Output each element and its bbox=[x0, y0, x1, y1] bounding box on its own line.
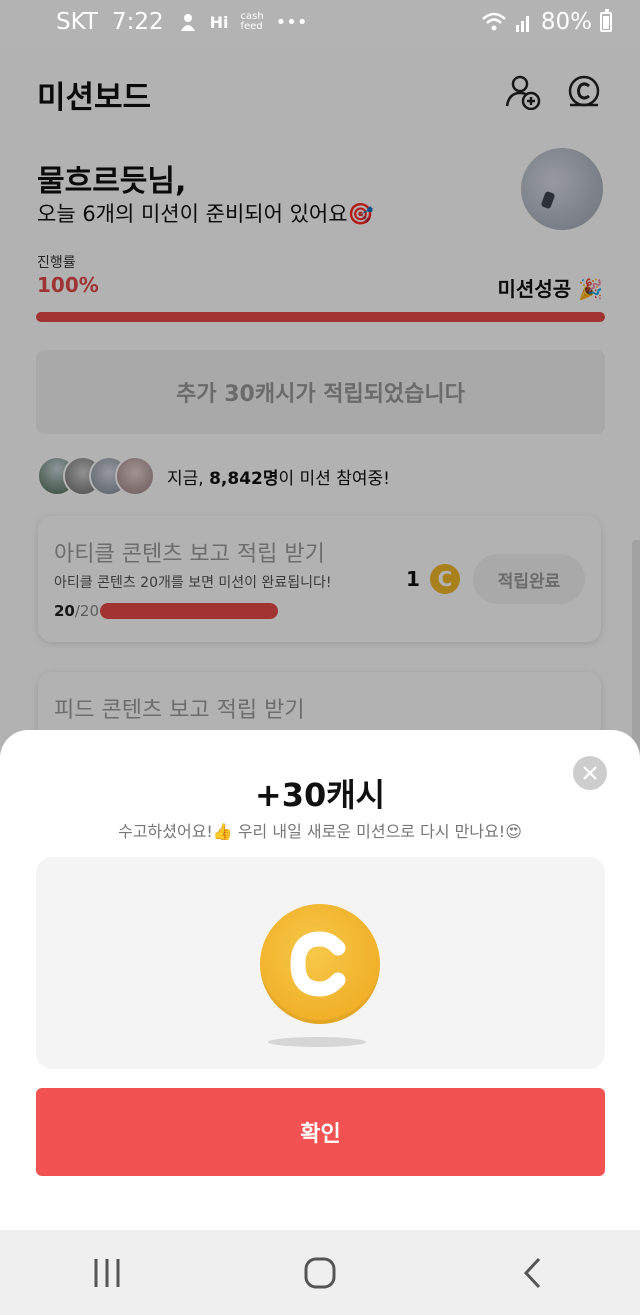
status-right: 80% bbox=[481, 9, 612, 35]
more-notifications-icon: ••• bbox=[275, 11, 308, 33]
confirm-button[interactable]: 확인 bbox=[36, 1088, 605, 1176]
clock-label: 7:22 bbox=[111, 9, 164, 35]
reward-title: +30캐시 bbox=[254, 776, 386, 814]
coin-letter-icon bbox=[290, 931, 346, 997]
reward-coin-card bbox=[36, 857, 605, 1069]
carrier-label: SKT bbox=[56, 9, 98, 35]
recent-apps-button[interactable] bbox=[77, 1248, 137, 1298]
notification-app-icon bbox=[180, 14, 195, 31]
reward-subtitle: 수고하셨어요!👍 우리 내일 새로운 미션으로 다시 만나요!😍 bbox=[118, 822, 522, 841]
back-button[interactable] bbox=[503, 1248, 563, 1298]
home-button[interactable] bbox=[290, 1248, 350, 1298]
home-icon bbox=[304, 1257, 336, 1288]
battery-percent: 80% bbox=[540, 9, 592, 35]
recent-apps-icon bbox=[94, 1258, 120, 1287]
cashfeed-app-icon: cash feed bbox=[240, 11, 264, 32]
reward-bottom-sheet: +30캐시 수고하셨어요!👍 우리 내일 새로운 미션으로 다시 만나요!😍 확… bbox=[0, 730, 640, 1230]
hi-app-icon: Hi bbox=[209, 12, 229, 32]
wifi-icon bbox=[482, 12, 506, 31]
status-bar: SKT 7:22 Hi cash feed ••• 80% bbox=[0, 0, 640, 44]
system-nav-bar bbox=[0, 1230, 640, 1315]
big-coin-icon bbox=[260, 904, 380, 1024]
back-icon bbox=[524, 1257, 541, 1288]
coin-shadow bbox=[268, 1037, 366, 1047]
status-left: SKT 7:22 Hi cash feed ••• bbox=[56, 9, 308, 35]
notification-icons: Hi cash feed ••• bbox=[178, 11, 308, 33]
signal-icon bbox=[515, 16, 529, 32]
battery-icon bbox=[600, 9, 612, 32]
